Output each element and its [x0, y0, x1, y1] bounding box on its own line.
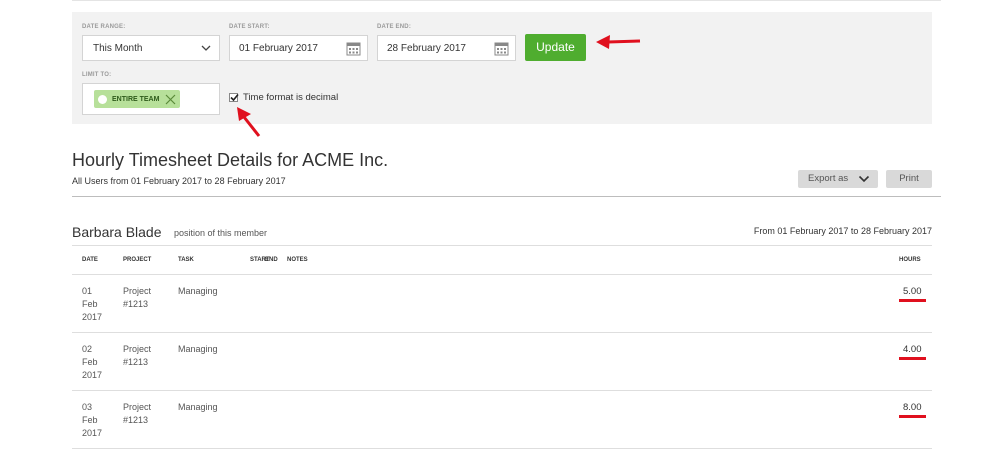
report-subtitle: All Users from 01 February 2017 to 28 Fe…	[72, 176, 286, 186]
date-end-value: 28 February 2017	[387, 43, 466, 54]
row-task: Managing	[178, 402, 218, 412]
limit-to-field[interactable]: ENTIRE TEAM	[82, 83, 220, 115]
top-divider	[72, 0, 941, 1]
row-project-id: #1213	[123, 357, 149, 367]
annotation-underline	[899, 299, 926, 302]
row-project: Project	[123, 402, 152, 412]
row-year: 2017	[82, 312, 103, 322]
checkmark-icon	[230, 93, 239, 102]
tag-dot-icon	[98, 94, 107, 104]
row-year: 2017	[82, 428, 103, 438]
export-as-button[interactable]: Export as	[798, 170, 878, 188]
row-task: Managing	[178, 344, 218, 354]
calendar-icon[interactable]	[494, 41, 509, 56]
date-end-field[interactable]: 28 February 2017	[377, 35, 516, 61]
decimal-checkbox[interactable]	[229, 93, 239, 102]
date-range-select[interactable]: This Month	[82, 35, 220, 61]
table-header-rule	[72, 274, 932, 275]
report-title: Hourly Timesheet Details for ACME Inc.	[72, 150, 389, 170]
column-header-end: END	[265, 257, 278, 263]
column-header-date: DATE	[82, 257, 98, 263]
tag-label: ENTIRE TEAM	[112, 95, 160, 103]
row-project-id: #1213	[123, 415, 149, 425]
column-header-notes: NOTES	[287, 257, 308, 263]
entire-team-tag[interactable]: ENTIRE TEAM	[94, 90, 181, 108]
print-button[interactable]: Print	[886, 170, 932, 188]
row-month: Feb	[82, 357, 98, 367]
table-top-rule	[72, 245, 932, 246]
section-divider	[72, 196, 941, 197]
column-header-project: PROJECT	[123, 257, 152, 263]
limit-to-label: LIMIT TO:	[82, 72, 112, 78]
calendar-icon[interactable]	[346, 41, 361, 56]
row-year: 2017	[82, 370, 103, 380]
decimal-checkbox-label[interactable]: Time format is decimal	[243, 92, 338, 103]
close-icon[interactable]	[165, 94, 176, 105]
row-hours: 4.00	[903, 344, 922, 355]
row-month: Feb	[82, 299, 98, 309]
column-header-hours: HOURS	[899, 257, 921, 263]
column-header-task: TASK	[178, 257, 194, 263]
row-divider	[72, 390, 932, 391]
export-label: Export as	[808, 173, 849, 184]
annotation-arrow-icon	[237, 107, 261, 137]
row-task: Managing	[178, 286, 218, 296]
date-end-label: DATE END:	[377, 24, 412, 30]
member-position: position of this member	[174, 228, 268, 238]
row-month: Feb	[82, 415, 98, 425]
date-start-field[interactable]: 01 February 2017	[229, 35, 368, 61]
date-start-value: 01 February 2017	[239, 43, 318, 54]
member-name: Barbara Blade	[72, 224, 162, 240]
row-project: Project	[123, 344, 152, 354]
filter-panel: DATE RANGE: This Month DATE START: 01 Fe…	[72, 12, 932, 124]
member-date-range: From 01 February 2017 to 28 February 201…	[753, 226, 932, 236]
chevron-down-icon	[858, 175, 870, 183]
row-hours: 5.00	[903, 286, 922, 297]
date-start-label: DATE START:	[229, 24, 270, 30]
row-divider	[72, 448, 932, 449]
row-project-id: #1213	[123, 299, 149, 309]
date-range-label: DATE RANGE:	[82, 24, 126, 30]
row-day: 02	[82, 344, 93, 354]
row-day: 01	[82, 286, 93, 296]
chevron-down-icon	[201, 45, 211, 51]
annotation-arrow-icon	[596, 35, 641, 49]
row-project: Project	[123, 286, 152, 296]
update-button[interactable]: Update	[525, 34, 586, 61]
annotation-underline	[899, 357, 926, 360]
date-range-value: This Month	[93, 43, 143, 54]
annotation-underline	[899, 415, 926, 418]
row-hours: 8.00	[903, 402, 922, 413]
row-day: 03	[82, 402, 93, 412]
row-divider	[72, 332, 932, 333]
